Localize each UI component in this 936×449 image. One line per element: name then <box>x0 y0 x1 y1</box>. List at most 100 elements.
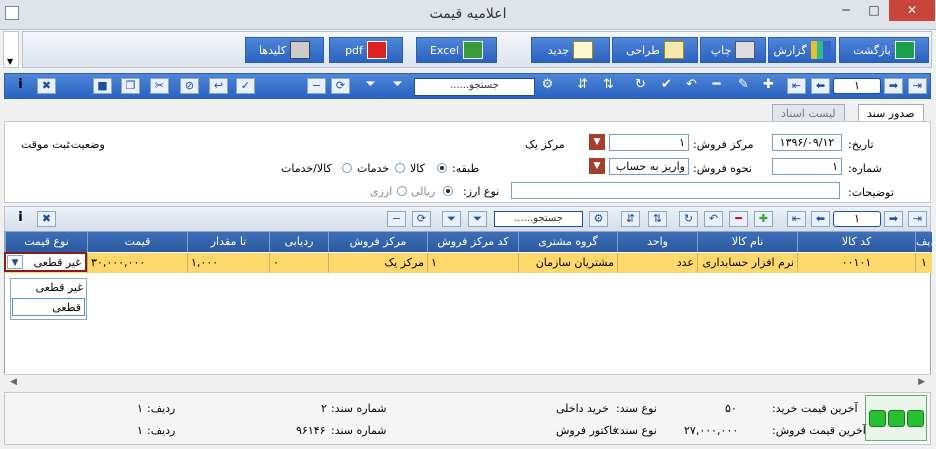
info-icon[interactable]: i <box>11 78 30 94</box>
copy-icon[interactable]: ❐ <box>121 78 140 94</box>
grid-first-icon[interactable]: ⇤ <box>787 211 806 227</box>
tab-issue-doc[interactable]: صدور سند <box>858 104 924 122</box>
dropdown-option-certain[interactable]: قطعی <box>12 298 85 316</box>
col-header-row[interactable]: ردیف <box>915 232 936 252</box>
grid-delete-icon[interactable]: ━ <box>729 211 748 227</box>
col-header-price[interactable]: قیمت <box>87 232 187 252</box>
side-collapse-tab[interactable]: ▼ <box>3 31 19 68</box>
excel-button[interactable]: Excel <box>416 37 497 63</box>
col-header-customer-group[interactable]: گروه مشتری <box>518 232 617 252</box>
keys-button[interactable]: کلیدها <box>245 37 324 63</box>
grid-expand-icon[interactable]: ⟳ <box>412 211 431 227</box>
pdf-button[interactable]: pdf <box>329 37 403 63</box>
grid-add-icon[interactable]: ✚ <box>754 211 773 227</box>
record-number-box[interactable]: ۱ <box>833 78 881 94</box>
first-record-icon[interactable]: ⇤ <box>787 78 806 94</box>
cell-name: نرم افزار حسابداری <box>697 253 797 273</box>
sales-method-dropdown-icon[interactable]: ▼ <box>589 158 605 174</box>
main-toolbar: بازگشت گزارش چاپ طراحی جدید Excel pdf کل… <box>22 31 932 68</box>
table-row[interactable]: ۱ ۰۰۱۰۱ نرم افزار حسابداری عدد مشتریان س… <box>5 253 932 273</box>
grid-next-icon[interactable]: ➡ <box>884 211 903 227</box>
doc-type-value-1: خرید داخلی <box>556 402 609 415</box>
expand-icon[interactable]: ⟳ <box>331 78 350 94</box>
document-form: تاریخ: ۱۳۹۶/۰۹/۱۲ شماره: ۱ توضیحات: مرکز… <box>4 121 931 203</box>
col-header-price-type[interactable]: نوع قیمت <box>5 232 87 252</box>
number-field[interactable]: ۱ <box>772 158 842 175</box>
next-record-icon[interactable]: ➡ <box>884 78 903 94</box>
grid-filter-add-icon[interactable]: ⏷ <box>468 211 487 227</box>
confirm-icon[interactable]: ✔ <box>657 78 676 94</box>
dropdown-option-uncertain[interactable]: غیر قطعی <box>11 279 86 297</box>
design-button[interactable]: طراحی <box>612 37 698 63</box>
tab-doc-list[interactable]: لیست اسناد <box>772 104 845 122</box>
green-indicator-icon <box>887 409 905 427</box>
delete-icon[interactable]: ━ <box>707 78 726 94</box>
undo-icon[interactable]: ↶ <box>682 78 701 94</box>
report-button[interactable]: گزارش <box>768 37 836 63</box>
radio-rial[interactable] <box>443 186 453 196</box>
sort-desc-icon[interactable]: ⇅ <box>599 78 618 94</box>
horizontal-scrollbar[interactable]: ◀ ▶ <box>4 374 931 391</box>
grid-undo-icon[interactable]: ↶ <box>704 211 723 227</box>
refresh-icon[interactable]: ↻ <box>631 78 650 94</box>
grid-search-input[interactable]: ......جستجو <box>494 211 583 227</box>
maximize-button[interactable]: □ <box>860 0 888 21</box>
sort-asc-icon[interactable]: ⇵ <box>573 78 592 94</box>
grid-refresh-icon[interactable]: ↻ <box>679 211 698 227</box>
grid-info-icon[interactable]: i <box>11 211 30 227</box>
printer-icon <box>735 41 756 59</box>
close-button[interactable]: ✕ <box>889 0 935 21</box>
radio-services[interactable] <box>395 163 405 173</box>
grid-prev-icon[interactable]: ⬅ <box>811 211 830 227</box>
col-header-center[interactable]: مرکز فروش <box>328 232 427 252</box>
radio-goods[interactable] <box>437 163 447 173</box>
settings-icon[interactable]: ⚙ <box>538 78 557 94</box>
grid-last-icon[interactable]: ⇥ <box>908 211 927 227</box>
col-header-unit[interactable]: واحد <box>617 232 697 252</box>
date-field[interactable]: ۱۳۹۶/۰۹/۱۲ <box>772 134 842 151</box>
sales-method-label: نحوه فروش: <box>693 162 752 175</box>
grid-collapse-icon[interactable]: − <box>387 211 406 227</box>
excel-export-icon[interactable]: ✖ <box>37 78 56 94</box>
col-header-to-qty[interactable]: تا مقدار <box>187 232 269 252</box>
last-record-icon[interactable]: ⇥ <box>908 78 927 94</box>
return-icon[interactable]: ↩ <box>209 78 228 94</box>
col-header-code[interactable]: کد کالا <box>797 232 915 252</box>
price-type-combo[interactable]: ▼ غیر قطعی <box>4 252 87 272</box>
col-header-center-code[interactable]: کد مرکز فروش <box>427 232 518 252</box>
grid-excel-icon[interactable]: ✖ <box>37 211 56 227</box>
add-icon[interactable]: ✚ <box>759 78 778 94</box>
sales-method-field[interactable]: واریز به حساب <box>609 158 689 175</box>
footer-panel: آخرین قیمت خرید: ۵۰ آخرین قیمت فروش: ۲۷,… <box>4 392 931 445</box>
sales-center-dropdown-icon[interactable]: ▼ <box>589 134 605 150</box>
radio-services-label: خدمات <box>357 162 390 175</box>
back-button[interactable]: بازگشت <box>839 37 929 63</box>
filter-add-icon[interactable]: ⏷ <box>388 78 407 94</box>
filter-icon[interactable]: ⏷ <box>361 78 380 94</box>
approve-icon[interactable]: ✓ <box>236 78 255 94</box>
chevron-down-icon[interactable]: ▼ <box>7 255 23 269</box>
nav-bar-grid: ⇥ ➡ ۱ ⬅ ⇤ ✚ ━ ↶ ↻ ⇅ ⇵ ⚙ ......جستجو ⏷ ⏷ … <box>4 206 931 232</box>
edit-icon[interactable]: ✎ <box>734 78 753 94</box>
print-button[interactable]: چاپ <box>700 37 766 63</box>
radio-goods-services[interactable] <box>342 163 352 173</box>
prev-record-icon[interactable]: ⬅ <box>811 78 830 94</box>
grid-sort-asc-icon[interactable]: ⇵ <box>621 211 640 227</box>
collapse-icon[interactable]: − <box>307 78 326 94</box>
col-header-tracking[interactable]: ردیابی <box>269 232 328 252</box>
minimize-button[interactable]: ─ <box>832 0 860 21</box>
grid-settings-icon[interactable]: ⚙ <box>589 211 608 227</box>
description-field[interactable] <box>511 182 840 199</box>
cancel-icon[interactable]: ⊘ <box>180 78 199 94</box>
reject-icon[interactable]: ✂ <box>150 78 169 94</box>
grid-filter-icon[interactable]: ⏷ <box>442 211 461 227</box>
currency-label: نوع ارز: <box>463 185 500 198</box>
grid-sort-desc-icon[interactable]: ⇅ <box>648 211 667 227</box>
search-input[interactable]: ......جستجو <box>414 78 535 96</box>
grid-record-box[interactable]: ۱ <box>833 211 881 227</box>
radio-foreign[interactable] <box>397 186 407 196</box>
new-button[interactable]: جدید <box>531 37 610 63</box>
save-icon[interactable]: ■ <box>93 78 112 94</box>
sales-center-field[interactable]: ۱ <box>609 134 689 151</box>
col-header-name[interactable]: نام کالا <box>697 232 797 252</box>
